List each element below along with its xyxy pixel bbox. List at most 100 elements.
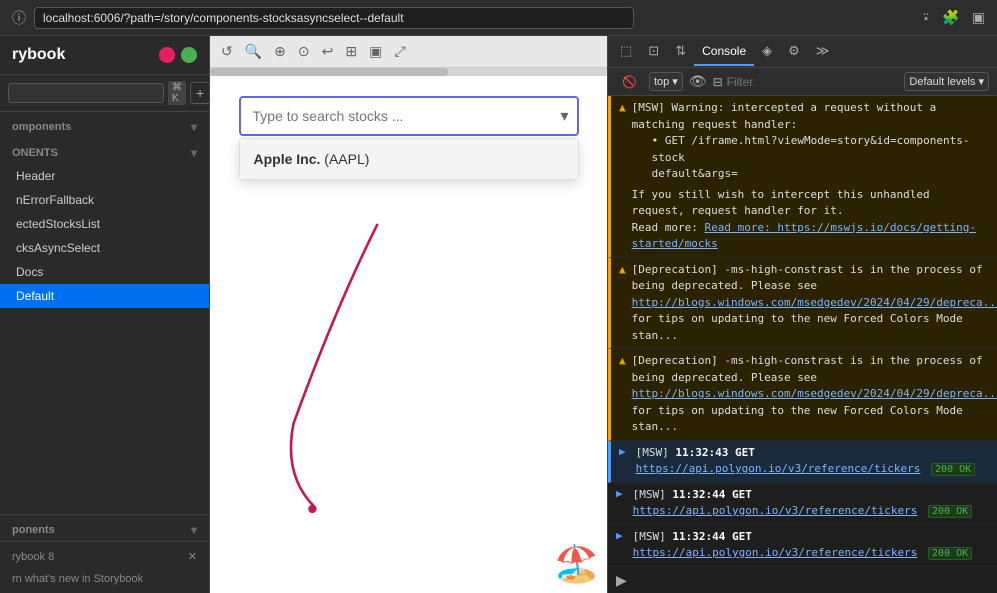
stock-option-company: Apple Inc.: [254, 151, 321, 167]
toolbar-layout-icon[interactable]: ▣: [366, 40, 385, 63]
browser-chrome: ⓘ localhost:6006/?path=/story/components…: [0, 0, 997, 36]
stock-option-aapl[interactable]: Apple Inc. (AAPL): [240, 139, 578, 179]
expand-icon-0[interactable]: ▶: [619, 445, 626, 458]
console-clear-button[interactable]: 🚫: [616, 73, 643, 91]
console-messages: ▲ [MSW] Warning: intercepted a request w…: [608, 96, 997, 568]
network-url-0[interactable]: https://api.polygon.io/v3/reference/tick…: [636, 462, 921, 475]
sidebar-add-button[interactable]: +: [190, 82, 210, 104]
console-eye-icon[interactable]: 👁: [689, 73, 707, 90]
close-storybook-news-button[interactable]: ✕: [188, 550, 197, 563]
story-component: ▾ Apple Inc. (AAPL): [239, 96, 579, 136]
tab-icon[interactable]: ▣: [972, 9, 985, 26]
warning-triangle-icon-2: ▲: [619, 263, 626, 276]
more-icon: ≫: [816, 43, 830, 59]
sidebar-section-components: omponents ▾: [0, 112, 209, 138]
storybook-news-text: rn what's new in Storybook: [0, 571, 209, 593]
sidebar-item-docs[interactable]: Docs: [0, 260, 209, 284]
bookmark-icon[interactable]: ⍣: [922, 9, 930, 26]
sidebar-brand-label: rybook: [12, 46, 65, 64]
preview-toolbar: ↺ 🔍 ⊕ ⊙ ↩ ⊞ ▣ ⤢: [210, 36, 607, 68]
network-msg-0-text: [MSW] 11:32:43 GET https://api.polygon.i…: [636, 445, 976, 478]
stock-dropdown: Apple Inc. (AAPL): [239, 138, 579, 180]
devtools-tabs: ⬚ ⊡ ⇅ Console ◈ ⚙ ≫: [608, 36, 997, 68]
console-levels-dropdown[interactable]: Default levels ▾: [904, 72, 989, 91]
console-context-chevron: ▾: [672, 75, 678, 88]
toolbar-undo-icon[interactable]: ↩: [319, 40, 337, 63]
sidebar-item-stockslist[interactable]: ectedStocksList: [0, 212, 209, 236]
console-toolbar: 🚫 top ▾ 👁 ⊟ Default levels ▾: [608, 68, 997, 96]
sidebar-search-input[interactable]: [8, 83, 164, 103]
warning-triangle-icon: ▲: [619, 101, 626, 114]
browser-toolbar-icons: ⍣ 🧩 ▣: [922, 9, 985, 26]
deprecation-1-text: [Deprecation] -ms-high-constrast is in t…: [632, 262, 997, 345]
info-icon[interactable]: ⓘ: [12, 8, 26, 28]
console-message-deprecation-1: ▲ [Deprecation] -ms-high-constrast is in…: [608, 258, 997, 350]
toolbar-zoom-icon[interactable]: ⊕: [271, 40, 289, 63]
console-context-label: top: [654, 76, 669, 88]
console-levels-chevron: ▾: [978, 75, 984, 88]
expand-icon-2[interactable]: ▶: [616, 529, 623, 542]
preview-content: ▾ Apple Inc. (AAPL) 🏖️: [210, 76, 607, 593]
settings-icon: ⚙: [788, 43, 800, 59]
network-status-1: 200 OK: [928, 505, 972, 518]
sidebar-item-errorfallback[interactable]: nErrorFallback: [0, 188, 209, 212]
components-chevron: ▾: [191, 120, 197, 134]
console-filter-input[interactable]: [727, 75, 899, 89]
toolbar-grid-icon[interactable]: ⊞: [342, 40, 360, 63]
console-context-dropdown[interactable]: top ▾: [649, 72, 683, 91]
sidebar-search-area: ⌘ K +: [0, 75, 209, 112]
console-filter-area: ⊟: [713, 75, 899, 89]
console-message-deprecation-2: ▲ [Deprecation] -ms-high-constrast is in…: [608, 349, 997, 441]
main-area: rybook ⌘ K + omponents ▾ ONENTS ▾ Header…: [0, 36, 997, 593]
console-message-msw-warning: ▲ [MSW] Warning: intercepted a request w…: [608, 96, 997, 258]
toolbar-expand-icon[interactable]: ⤢: [391, 40, 408, 63]
stock-search-input[interactable]: [239, 96, 579, 136]
deprecation-2-text: [Deprecation] -ms-high-constrast is in t…: [632, 353, 997, 436]
tab-sources[interactable]: ⊡: [640, 37, 667, 67]
addons-chevron: ▾: [191, 523, 197, 537]
story-preview-area: ↺ 🔍 ⊕ ⊙ ↩ ⊞ ▣ ⤢ ▾ Apple Inc. (AAPL): [210, 36, 607, 593]
brand-icon-green: [181, 47, 197, 63]
toolbar-reset-icon[interactable]: ⊙: [295, 40, 313, 63]
preview-scrollbar[interactable]: [210, 68, 607, 76]
elements-icon: ⬚: [620, 43, 632, 59]
stock-select-container: ▾ Apple Inc. (AAPL): [239, 96, 579, 136]
scrollbar-thumb[interactable]: [210, 68, 448, 76]
expand-icon-1[interactable]: ▶: [616, 487, 623, 500]
search-keyboard-shortcut: ⌘ K: [168, 81, 186, 105]
tab-elements[interactable]: ⬚: [612, 37, 640, 67]
tab-more[interactable]: ≫: [808, 37, 838, 67]
tab-performance[interactable]: ◈: [754, 37, 780, 67]
network-icon: ⇅: [675, 43, 686, 59]
devtools-panel: ⬚ ⊡ ⇅ Console ◈ ⚙ ≫ 🚫 top ▾: [607, 36, 997, 593]
toolbar-sync-icon[interactable]: ↺: [218, 40, 236, 63]
console-message-network-2: ▶ [MSW] 11:32:44 GET https://api.polygon…: [608, 525, 997, 567]
console-bottom-bar: ▶: [608, 568, 997, 593]
sidebar-section-onents: ONENTS ▾: [0, 138, 209, 164]
onents-chevron: ▾: [191, 146, 197, 160]
network-url-1[interactable]: https://api.polygon.io/v3/reference/tick…: [633, 504, 918, 517]
deprecation-link-1[interactable]: http://blogs.windows.com/msedgedev/2024/…: [632, 296, 997, 309]
deprecation-link-2[interactable]: http://blogs.windows.com/msedgedev/2024/…: [632, 387, 997, 400]
performance-icon: ◈: [762, 43, 772, 59]
sidebar-brand-icons: [159, 47, 197, 63]
stock-option-ticker: (AAPL): [320, 151, 369, 167]
sidebar-addons-section: ponents ▾: [0, 514, 209, 541]
beach-ball-emoji: 🏖️: [554, 543, 599, 585]
sidebar-item-header[interactable]: Header: [0, 164, 209, 188]
sources-icon: ⊡: [648, 43, 659, 59]
network-status-2: 200 OK: [928, 547, 972, 560]
extension-icon[interactable]: 🧩: [942, 9, 959, 26]
sidebar-item-asyncselect[interactable]: cksAsyncSelect: [0, 236, 209, 260]
toolbar-zoom-out-icon[interactable]: 🔍: [242, 40, 265, 63]
network-url-2[interactable]: https://api.polygon.io/v3/reference/tick…: [633, 546, 918, 559]
network-status-0: 200 OK: [931, 463, 975, 476]
tab-network[interactable]: ⇅: [667, 37, 694, 67]
console-expand-icon[interactable]: ▶: [616, 572, 627, 589]
tab-settings[interactable]: ⚙: [780, 37, 808, 67]
sidebar-item-default[interactable]: Default: [0, 284, 209, 308]
tab-console[interactable]: Console: [694, 38, 754, 66]
filter-icon: ⊟: [713, 75, 723, 89]
console-levels-label: Default levels: [909, 76, 975, 88]
url-bar[interactable]: localhost:6006/?path=/story/components-s…: [34, 7, 634, 29]
